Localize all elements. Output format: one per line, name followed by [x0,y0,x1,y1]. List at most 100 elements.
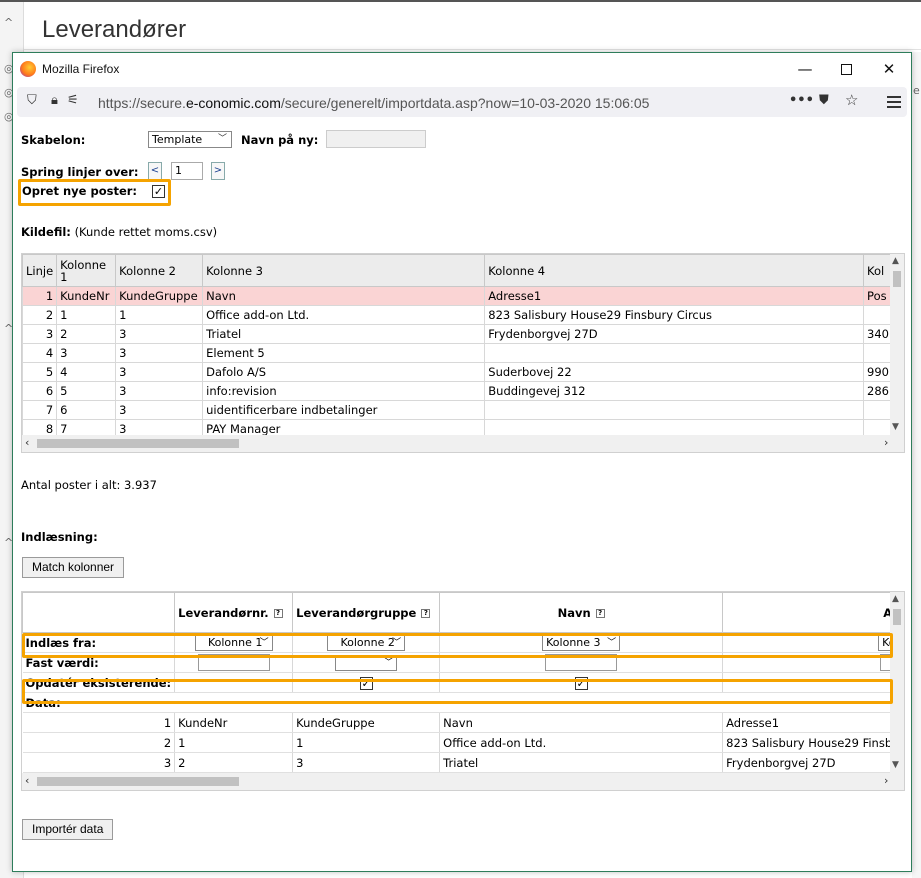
scroll-down-icon[interactable]: ▼ [892,422,899,432]
bookmark-star-icon[interactable]: ☆ [845,91,858,109]
firefox-logo-icon [20,61,36,77]
table-cell: 7 [22,400,58,420]
scroll-right-icon[interactable]: › [884,436,888,449]
table-cell: 823 Salisbury House29 Finsbury Circus [484,305,865,325]
table-cell: Dafolo A/S [202,362,486,382]
table-row[interactable]: 4 3 3 Element 5 [22,343,904,363]
scroll-left-icon[interactable]: ‹ [25,774,29,787]
scroll-left-icon[interactable]: ‹ [25,436,29,449]
chevron-up-icon: ^ [4,16,14,29]
scroll-up-icon[interactable]: ▲ [892,594,899,604]
sort-icon[interactable]: ? [595,608,605,618]
table-cell: 3 [22,752,176,773]
table-cell: uidentificerbare indbetalinger [202,400,486,420]
url-text[interactable]: https://secure.e-conomic.com/secure/gene… [98,95,649,111]
scroll-right-icon[interactable]: › [884,774,888,787]
mapping-header-leverandornr[interactable]: Leverandørnr.? [174,592,294,633]
table-row[interactable]: 1 KundeNr KundeGruppe Navn Adresse1 Pos [22,286,904,306]
source-header-kolonne-2[interactable]: Kolonne 2 [115,254,204,287]
table-row[interactable]: 7 6 3 uidentificerbare indbetalinger [22,400,904,420]
source-header-linje[interactable]: Linje [22,254,58,287]
table-cell: 3 [22,324,58,344]
table-cell: 1 [292,732,441,753]
table-cell: 3 [292,752,441,773]
table-cell: 3 [115,362,204,382]
window-titlebar: Mozilla Firefox — ✕ [13,53,911,85]
mapping-horizontal-scrollbar[interactable]: ‹ › [22,773,904,790]
chevron-down-icon: ﹀ [217,134,227,144]
table-cell: Adresse1 [722,712,897,733]
import-page: Skabelon: Template ﹀ Navn på ny: Spring … [13,119,911,871]
shield-icon[interactable]: ⛉ [27,93,37,108]
table-row[interactable]: 2 1 1 Office add-on Ltd. 823 Salisbury House… [22,305,904,325]
spring-linjer-input[interactable]: 1 [171,162,203,180]
minimize-button[interactable]: — [785,57,825,81]
table-row[interactable]: 6 5 3 info:revision Buddingevej 312 286 [22,381,904,401]
mapping-header-label: Leverandørnr. [178,605,269,620]
table-row[interactable]: 2 1 1 Office add-on Ltd. 823 Salisbury House… [22,732,897,753]
table-cell: 1 [174,732,294,753]
table-cell: Triatel [439,752,724,773]
scroll-down-icon[interactable]: ▼ [892,760,899,770]
kildefil-label: Kildefil: [21,225,71,239]
source-header-kolonne-4[interactable]: Kolonne 4 [484,254,865,287]
table-cell: 3 [56,343,117,363]
more-actions-icon[interactable]: ••• [789,93,814,108]
table-cell: 4 [22,343,58,363]
table-row[interactable]: 1 KundeNr KundeGruppe Navn Adresse1 [22,712,897,733]
mapping-header-blank [22,592,176,633]
navn-paa-ny-input[interactable] [326,130,426,148]
mapping-header-row: Leverandørnr.? Leverandørgruppe? Navn? A [22,592,897,633]
scroll-thumb[interactable] [893,609,901,625]
table-row[interactable]: 5 4 3 Dafolo A/S Suderbovej 22 990 [22,362,904,382]
scroll-thumb[interactable] [37,439,239,448]
table-cell: 5 [56,381,117,401]
highlight-opdater-eksisterende [22,679,893,704]
match-kolonner-button[interactable]: Match kolonner [22,557,125,578]
source-data-table: Linje Kolonne 1 Kolonne 2 Kolonne 3 Kolo… [22,254,904,439]
spring-next-button[interactable]: > [211,162,225,180]
skabelon-select-value: Template [152,133,203,146]
mapping-header-label: Navn [557,605,591,620]
scroll-thumb[interactable] [893,271,901,287]
table-cell: Frydenborgvej 27D [484,324,865,344]
sort-icon[interactable]: ? [273,608,283,618]
source-data-grid[interactable]: Linje Kolonne 1 Kolonne 2 Kolonne 3 Kolo… [21,253,905,453]
mapping-header-adresse[interactable]: A [722,592,897,633]
menu-icon[interactable] [887,93,901,111]
source-horizontal-scrollbar[interactable]: ‹ › [22,435,904,452]
source-header-row: Linje Kolonne 1 Kolonne 2 Kolonne 3 Kolo… [22,254,904,287]
scroll-thumb[interactable] [37,777,239,786]
source-header-kolonne-1[interactable]: Kolonne 1 [56,254,117,287]
skabelon-select[interactable]: Template ﹀ [148,131,232,148]
source-header-kolonne-3[interactable]: Kolonne 3 [202,254,486,287]
mapping-header-leverandorgruppe[interactable]: Leverandørgruppe? [292,592,441,633]
scroll-up-icon[interactable]: ▲ [892,256,899,266]
table-cell: 3 [115,400,204,420]
table-cell: 6 [56,400,117,420]
table-cell: 823 Salisbury House29 Finsb [722,732,897,753]
source-vertical-scrollbar[interactable]: ▲ ▼ [890,254,904,436]
address-bar[interactable]: ⛉ 🔒︎ ⚟ https://secure.e-conomic.com/secu… [17,87,907,117]
opret-nye-poster-checkbox[interactable]: ✓ [152,185,165,198]
spring-prev-button[interactable]: < [148,162,162,180]
close-button[interactable]: ✕ [869,57,909,81]
background-right-char: e [913,84,920,97]
maximize-button[interactable] [826,57,866,81]
table-cell: 6 [22,381,58,401]
sort-icon[interactable]: ? [421,608,431,618]
table-cell: 4 [56,362,117,382]
permissions-icon[interactable]: ⚟ [67,93,79,108]
pocket-icon[interactable]: ⛊ [819,93,829,108]
table-cell: 3 [115,324,204,344]
importer-data-button[interactable]: Importér data [22,819,114,840]
table-row[interactable]: 3 2 3 Triatel Frydenborgvej 27D 340 [22,324,904,344]
table-cell: KundeNr [56,286,117,306]
table-cell: 1 [22,286,58,306]
window-title: Mozilla Firefox [42,62,120,76]
lock-icon[interactable]: 🔒︎ [51,93,58,108]
table-cell: info:revision [202,381,486,401]
table-row[interactable]: 3 2 3 Triatel Frydenborgvej 27D [22,752,897,773]
mapping-header-navn[interactable]: Navn? [439,592,724,633]
antal-poster-text: Antal poster i alt: 3.937 [21,478,157,492]
